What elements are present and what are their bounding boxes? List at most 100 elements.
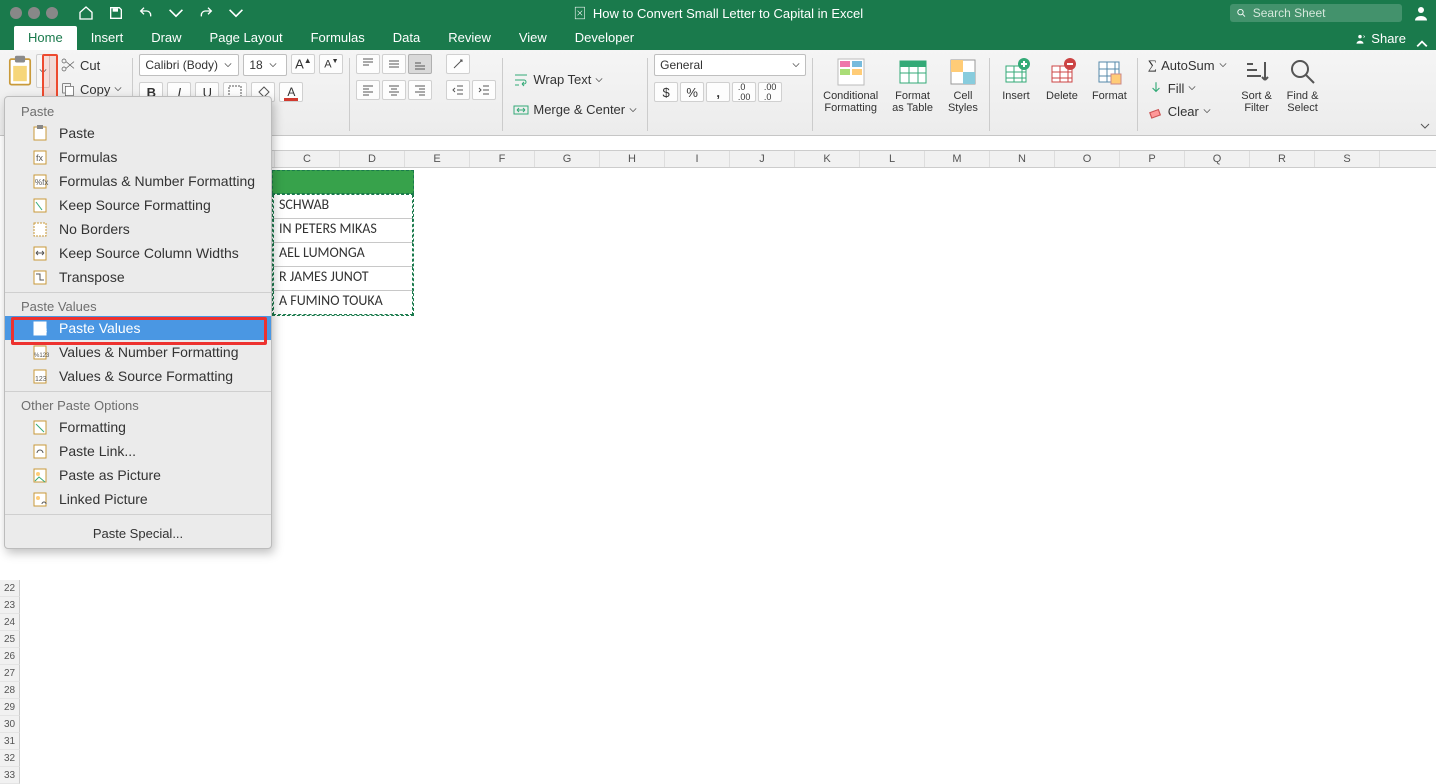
find-select-button[interactable]: Find & Select	[1283, 54, 1323, 135]
col-header[interactable]: K	[795, 151, 860, 167]
row-header[interactable]: 31	[0, 733, 20, 750]
format-as-table-button[interactable]: Format as Table	[888, 54, 937, 135]
cell-styles-button[interactable]: Cell Styles	[943, 54, 983, 135]
col-header[interactable]: O	[1055, 151, 1120, 167]
align-middle-button[interactable]	[382, 54, 406, 74]
row-headers[interactable]: 222324252627282930313233	[0, 580, 20, 784]
tab-insert[interactable]: Insert	[77, 26, 138, 50]
percent-button[interactable]: %	[680, 82, 704, 102]
col-header[interactable]: L	[860, 151, 925, 167]
menu-keep-source[interactable]: Keep Source Formatting	[5, 193, 271, 217]
ribbon-options-icon[interactable]	[1418, 119, 1432, 133]
increase-decimal-button[interactable]: .0.00	[732, 82, 756, 102]
menu-transpose[interactable]: Transpose	[5, 265, 271, 289]
decrease-indent-button[interactable]	[446, 80, 470, 100]
home-icon[interactable]	[78, 5, 94, 21]
menu-formatting[interactable]: Formatting	[5, 415, 271, 439]
menu-paste-link[interactable]: Paste Link...	[5, 439, 271, 463]
font-name-select[interactable]: Calibri (Body)	[139, 54, 239, 76]
row-header[interactable]: 28	[0, 682, 20, 699]
menu-keep-widths[interactable]: Keep Source Column Widths	[5, 241, 271, 265]
tab-formulas[interactable]: Formulas	[297, 26, 379, 50]
clear-button[interactable]: Clear	[1144, 100, 1231, 122]
menu-formulas-number[interactable]: %fxFormulas & Number Formatting	[5, 169, 271, 193]
zoom-window-icon[interactable]	[46, 7, 58, 19]
tab-page-layout[interactable]: Page Layout	[196, 26, 297, 50]
merge-center-button[interactable]: Merge & Center	[509, 99, 641, 121]
align-left-button[interactable]	[356, 80, 380, 100]
menu-values-source[interactable]: 123Values & Source Formatting	[5, 364, 271, 388]
tab-developer[interactable]: Developer	[561, 26, 648, 50]
align-right-button[interactable]	[408, 80, 432, 100]
tab-draw[interactable]: Draw	[137, 26, 195, 50]
share-button[interactable]: Share	[1343, 27, 1416, 50]
wrap-text-button[interactable]: Wrap Text	[509, 69, 641, 91]
marching-ants-range[interactable]: SCHWAB IN PETERS MIKAS AEL LUMONGA R JAM…	[272, 194, 414, 316]
orientation-button[interactable]	[446, 54, 470, 74]
col-header[interactable]: N	[990, 151, 1055, 167]
col-header[interactable]: S	[1315, 151, 1380, 167]
col-header[interactable]: G	[535, 151, 600, 167]
data-header-cell[interactable]	[272, 170, 414, 194]
row-header[interactable]: 26	[0, 648, 20, 665]
data-cell[interactable]: SCHWAB	[273, 195, 413, 219]
menu-paste-special[interactable]: Paste Special...	[5, 518, 271, 548]
data-cell[interactable]: A FUMINO TOUKA	[273, 291, 413, 315]
col-header[interactable]: R	[1250, 151, 1315, 167]
row-header[interactable]: 33	[0, 767, 20, 784]
row-header[interactable]: 23	[0, 597, 20, 614]
row-header[interactable]: 27	[0, 665, 20, 682]
qat-more-icon[interactable]	[228, 5, 244, 21]
font-color-button[interactable]: A	[279, 82, 303, 102]
col-header[interactable]: E	[405, 151, 470, 167]
currency-button[interactable]: $	[654, 82, 678, 102]
row-header[interactable]: 32	[0, 750, 20, 767]
col-header[interactable]: D	[340, 151, 405, 167]
menu-paste-values[interactable]: 123Paste Values	[5, 316, 271, 340]
col-header[interactable]: P	[1120, 151, 1185, 167]
col-header[interactable]: I	[665, 151, 730, 167]
save-icon[interactable]	[108, 5, 124, 21]
data-cell[interactable]: R JAMES JUNOT	[273, 267, 413, 291]
tab-home[interactable]: Home	[14, 26, 77, 50]
close-window-icon[interactable]	[10, 7, 22, 19]
redo-icon[interactable]	[198, 5, 214, 21]
grow-font-button[interactable]: A▲	[291, 54, 315, 74]
comma-button[interactable]: ,	[706, 82, 730, 102]
user-icon[interactable]	[1412, 4, 1430, 22]
align-center-button[interactable]	[382, 80, 406, 100]
row-header[interactable]: 29	[0, 699, 20, 716]
window-controls[interactable]	[0, 7, 58, 19]
tab-data[interactable]: Data	[379, 26, 434, 50]
fill-button[interactable]: Fill	[1144, 77, 1231, 99]
format-cells-button[interactable]: Format	[1088, 54, 1131, 135]
row-header[interactable]: 22	[0, 580, 20, 597]
menu-values-number[interactable]: %123Values & Number Formatting	[5, 340, 271, 364]
col-header[interactable]: H	[600, 151, 665, 167]
increase-indent-button[interactable]	[472, 80, 496, 100]
autosum-button[interactable]: ∑AutoSum	[1144, 54, 1231, 76]
col-header[interactable]: J	[730, 151, 795, 167]
tab-view[interactable]: View	[505, 26, 561, 50]
cut-button[interactable]: Cut	[56, 54, 126, 76]
undo-icon[interactable]	[138, 5, 154, 21]
row-header[interactable]: 30	[0, 716, 20, 733]
minimize-window-icon[interactable]	[28, 7, 40, 19]
menu-paste[interactable]: Paste	[5, 121, 271, 145]
col-header[interactable]: Q	[1185, 151, 1250, 167]
search-sheet[interactable]	[1230, 4, 1402, 22]
shrink-font-button[interactable]: A▼	[319, 54, 343, 74]
sort-filter-button[interactable]: Sort & Filter	[1237, 54, 1277, 135]
menu-linked-picture[interactable]: Linked Picture	[5, 487, 271, 511]
row-header[interactable]: 25	[0, 631, 20, 648]
insert-cells-button[interactable]: Insert	[996, 54, 1036, 135]
col-header[interactable]: F	[470, 151, 535, 167]
undo-dropdown-icon[interactable]	[168, 5, 184, 21]
align-top-button[interactable]	[356, 54, 380, 74]
data-cell[interactable]: AEL LUMONGA	[273, 243, 413, 267]
number-format-select[interactable]: General	[654, 54, 806, 76]
delete-cells-button[interactable]: Delete	[1042, 54, 1082, 135]
menu-paste-picture[interactable]: Paste as Picture	[5, 463, 271, 487]
decrease-decimal-button[interactable]: .00.0	[758, 82, 782, 102]
align-bottom-button[interactable]	[408, 54, 432, 74]
